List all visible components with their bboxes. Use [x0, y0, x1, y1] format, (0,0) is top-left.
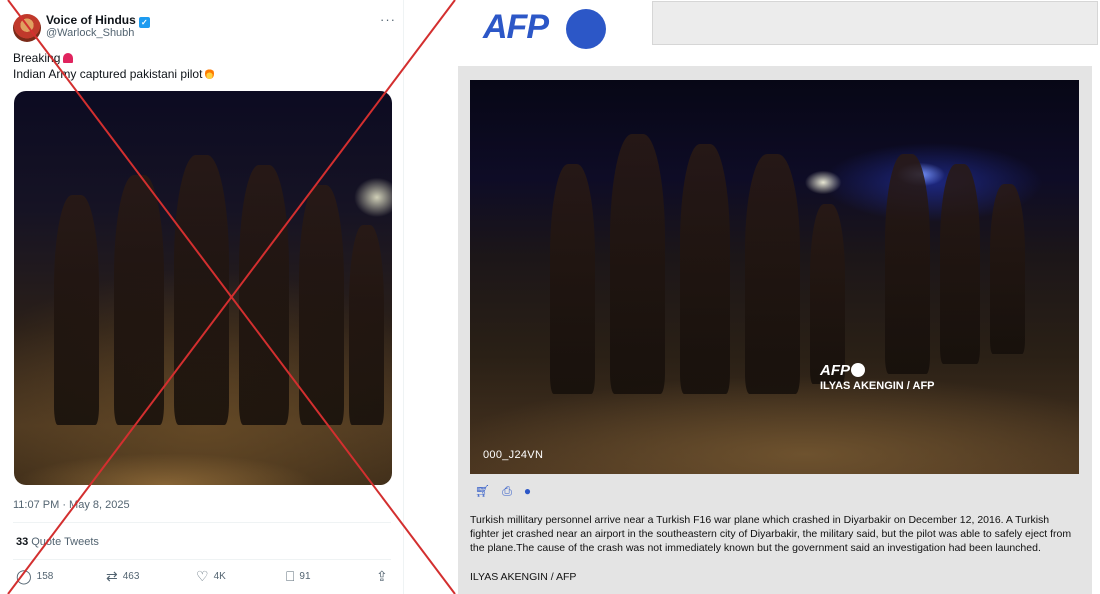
divider [13, 559, 391, 560]
soldier-silhouette [885, 154, 930, 374]
soldier-silhouette [114, 175, 164, 425]
soldier-silhouette [990, 184, 1025, 354]
afp-logo[interactable]: AFP [483, 8, 549, 47]
afp-caption: Turkish millitary personnel arrive near … [470, 514, 1072, 554]
display-name[interactable]: Voice of Hindus ✓ [46, 13, 150, 28]
afp-credit: ILYAS AKENGIN / AFP [470, 571, 577, 583]
soldier-silhouette [680, 144, 730, 394]
handle[interactable]: @Warlock_Shubh [46, 27, 134, 39]
soldier-silhouette [54, 195, 99, 425]
tweet-text-body: Indian Army captured pakistani pilot [13, 67, 203, 81]
reply-icon: ◯ [16, 568, 32, 584]
print-icon[interactable]: ⎙ [502, 484, 512, 499]
afp-photo-code: 000_J24VN [483, 449, 544, 461]
afp-logo-dot-icon [566, 9, 606, 49]
tweet-card: Voice of Hindus ✓ @Warlock_Shubh ··· Brea… [0, 0, 404, 594]
like-count: 4K [213, 571, 226, 582]
share-button[interactable]: ⇪ [376, 568, 388, 585]
retweet-icon: ⇄ [106, 568, 118, 584]
afp-watermark-dot-icon [851, 363, 865, 377]
reply-count: 158 [36, 571, 54, 582]
soldier-silhouette [174, 155, 229, 425]
more-options-icon[interactable]: ··· [380, 12, 396, 27]
tweet-text-line1: Breaking [13, 51, 74, 65]
soldier-silhouette [745, 154, 800, 394]
soldier-silhouette [239, 165, 289, 425]
tweet-photo[interactable] [14, 91, 392, 485]
soldier-silhouette [349, 225, 384, 425]
fire-emoji-icon [205, 68, 215, 79]
like-icon: ♡ [196, 568, 209, 584]
quote-tweets-link[interactable]: 33 Quote Tweets [16, 536, 99, 548]
afp-action-icons: 🛒︎ ⎙ ● [475, 484, 531, 499]
afp-watermark-logo: AFP [820, 362, 865, 379]
soldier-silhouette [299, 185, 344, 425]
afp-photo[interactable] [470, 80, 1079, 474]
avatar[interactable] [13, 14, 41, 42]
quote-label: Quote Tweets [31, 536, 99, 548]
share-icon: ⇪ [376, 568, 388, 584]
display-name-text[interactable]: Voice of Hindus [46, 13, 136, 27]
quote-count: 33 [16, 536, 29, 548]
divider [13, 522, 391, 523]
cart-icon[interactable]: 🛒︎ [475, 484, 490, 499]
tweet-timestamp[interactable]: 11:07 PM · May 8, 2025 [13, 499, 130, 511]
retweet-count: 463 [122, 571, 140, 582]
bookmark-icon: ⎕ [286, 568, 295, 584]
soldier-silhouette [810, 204, 845, 384]
tweet-text-line2: Indian Army captured pakistani pilot [13, 67, 215, 81]
soldier-silhouette [550, 164, 595, 394]
reply-button[interactable]: ◯ 158 [16, 568, 53, 585]
verified-badge-icon: ✓ [138, 17, 150, 28]
bookmark-count: 91 [299, 571, 311, 582]
like-button[interactable]: ♡ 4K [196, 568, 226, 585]
bookmark-button[interactable]: ⎕ 91 [286, 568, 311, 585]
afp-header-tab [652, 1, 1098, 45]
afp-watermark-credit: ILYAS AKENGIN / AFP [820, 380, 935, 392]
soldier-silhouette [610, 134, 665, 394]
tweet-text-breaking: Breaking [13, 51, 61, 65]
retweet-button[interactable]: ⇄ 463 [106, 568, 139, 585]
afp-watermark-text: AFP [820, 362, 850, 379]
siren-emoji-icon [63, 53, 74, 63]
globe-icon[interactable]: ● [524, 484, 531, 499]
soldier-silhouette [940, 164, 980, 364]
